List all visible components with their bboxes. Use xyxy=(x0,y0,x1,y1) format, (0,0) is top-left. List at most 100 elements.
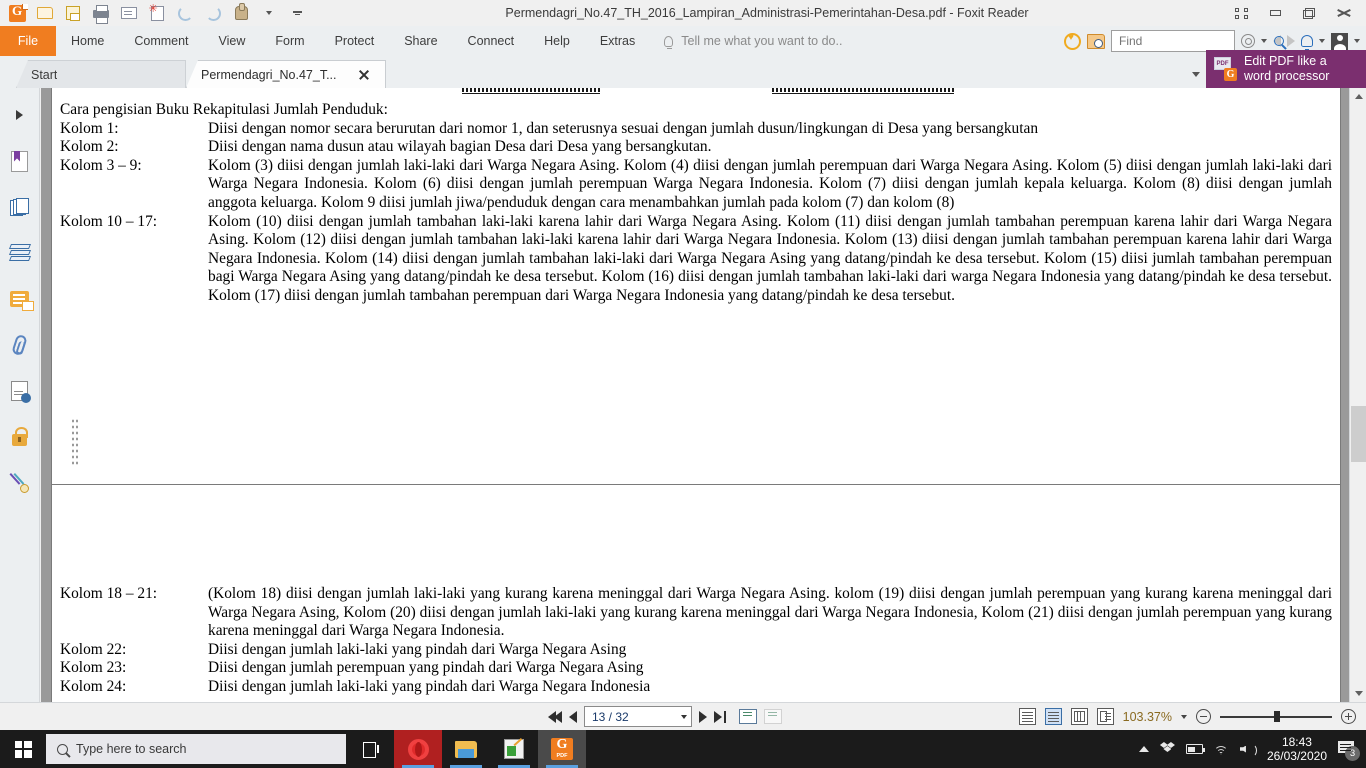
stamp-signature-icon xyxy=(11,381,31,403)
panel-resize-grip[interactable] xyxy=(71,418,79,466)
tab-list-dropdown-icon[interactable] xyxy=(1192,72,1200,77)
next-page-button[interactable] xyxy=(699,710,707,723)
first-page-button[interactable] xyxy=(548,710,562,723)
dropbox-icon[interactable] xyxy=(1159,742,1175,756)
sidebar-item-layers[interactable] xyxy=(0,230,40,276)
layout-continuous-icon[interactable] xyxy=(1044,708,1062,725)
tab-start[interactable]: Start xyxy=(16,60,186,88)
menu-view[interactable]: View xyxy=(204,26,261,56)
redo-icon[interactable] xyxy=(200,1,226,25)
comments-icon xyxy=(10,291,34,311)
volume-icon[interactable] xyxy=(1240,743,1257,757)
sidebar-item-attachments[interactable] xyxy=(0,322,40,368)
promo-banner[interactable]: PDF G Edit PDF like a word processor xyxy=(1206,50,1366,88)
new-page-icon[interactable] xyxy=(144,1,170,25)
doc-row-label: Kolom 18 – 21: xyxy=(60,585,158,602)
zoom-controls: 103.37% xyxy=(1018,708,1356,725)
bookmark-icon xyxy=(11,150,28,172)
chevron-down-icon[interactable] xyxy=(681,714,687,719)
taskbar-apps xyxy=(394,730,586,768)
previous-page-button[interactable] xyxy=(569,710,577,723)
open-folder-icon[interactable] xyxy=(32,1,58,25)
taskbar-search-box[interactable]: Type here to search xyxy=(46,734,346,764)
avatar-dropdown-icon[interactable] xyxy=(1354,39,1360,43)
toolbar-overflow-icon[interactable] xyxy=(284,1,310,25)
taskbar-app-foxit[interactable] xyxy=(538,730,586,768)
show-hidden-icons-icon[interactable] xyxy=(1138,746,1149,752)
scrollbar-thumb[interactable] xyxy=(1351,406,1366,462)
menu-form[interactable]: Form xyxy=(260,26,319,56)
note-icon[interactable] xyxy=(116,1,142,25)
sidebar-item-expand[interactable] xyxy=(0,92,40,138)
find-box[interactable] xyxy=(1111,30,1284,52)
taskbar-app-notepad[interactable] xyxy=(490,730,538,768)
last-page-button[interactable] xyxy=(714,710,727,723)
sidebar-item-bookmarks[interactable] xyxy=(0,138,40,184)
gear-icon[interactable] xyxy=(1241,34,1255,48)
bell-dropdown-icon[interactable] xyxy=(1319,39,1325,43)
favorites-icon[interactable] xyxy=(1064,32,1081,50)
page-number-input[interactable]: 13 / 32 xyxy=(584,706,692,727)
battery-icon[interactable] xyxy=(1185,744,1206,754)
zoom-out-button[interactable] xyxy=(1196,709,1211,724)
clock[interactable]: 18:43 26/03/2020 xyxy=(1267,735,1327,763)
close-icon[interactable] xyxy=(357,68,371,82)
sidebar-item-digital-signatures[interactable] xyxy=(0,460,40,506)
zoom-dropdown-icon[interactable] xyxy=(1181,714,1187,719)
sidebar-item-thumbnails[interactable] xyxy=(0,184,40,230)
doc-row: Kolom 10 – 17: Kolom (10) diisi dengan j… xyxy=(60,213,1332,306)
doc-row-text: Diisi dengan jumlah laki-laki yang pinda… xyxy=(208,677,651,695)
hand-tool-dropdown-icon[interactable] xyxy=(256,1,282,25)
tab-document[interactable]: Permendagri_No.47_T... xyxy=(186,60,386,88)
menu-extras[interactable]: Extras xyxy=(585,26,650,56)
fit-page-icon[interactable] xyxy=(739,709,758,724)
menu-connect[interactable]: Connect xyxy=(453,26,530,56)
avatar[interactable] xyxy=(1331,32,1348,50)
sidebar-item-security[interactable] xyxy=(0,414,40,460)
scroll-down-icon[interactable] xyxy=(1350,685,1366,702)
minimize-button[interactable] xyxy=(1258,1,1292,25)
layout-single-page-icon[interactable] xyxy=(1018,708,1036,725)
print-icon[interactable] xyxy=(88,1,114,25)
fit-width-icon[interactable] xyxy=(764,709,783,724)
layout-continuous-facing-icon[interactable] xyxy=(1096,708,1114,725)
doc-row: Kolom 2: Diisi dengan nama dusun atau wi… xyxy=(60,138,1332,157)
foxit-logo-icon[interactable] xyxy=(4,1,30,25)
taskbar-app-file-explorer[interactable] xyxy=(442,730,490,768)
menu-home[interactable]: Home xyxy=(56,26,119,56)
tab-document-label: Permendagri_No.47_T... xyxy=(201,67,337,82)
task-view-button[interactable] xyxy=(346,730,394,768)
menu-protect[interactable]: Protect xyxy=(320,26,390,56)
gear-dropdown-icon[interactable] xyxy=(1261,39,1267,43)
zoom-slider[interactable] xyxy=(1220,709,1332,724)
scroll-up-icon[interactable] xyxy=(1350,88,1366,105)
hand-tool-icon[interactable] xyxy=(228,1,254,25)
wifi-icon[interactable] xyxy=(1214,743,1229,755)
document-viewport[interactable]: Cara pengisian Buku Rekapitulasi Jumlah … xyxy=(41,88,1349,702)
tell-me-search[interactable]: Tell me what you want to do.. xyxy=(650,26,842,56)
sidebar-item-stamps[interactable] xyxy=(0,368,40,414)
undo-icon[interactable] xyxy=(172,1,198,25)
save-icon[interactable] xyxy=(60,1,86,25)
vertical-scrollbar[interactable] xyxy=(1349,88,1366,702)
layout-facing-icon[interactable] xyxy=(1070,708,1088,725)
notification-badge: 3 xyxy=(1345,746,1360,761)
forward-arrow-icon[interactable] xyxy=(1287,35,1295,47)
close-button[interactable] xyxy=(1326,1,1360,25)
menu-file[interactable]: File xyxy=(0,26,56,56)
folder-search-icon[interactable] xyxy=(1087,33,1105,49)
doc-row-label: Kolom 23: xyxy=(60,659,127,677)
bell-icon[interactable] xyxy=(1301,35,1313,50)
notifications-icon[interactable]: 3 xyxy=(1338,740,1360,761)
menu-share[interactable]: Share xyxy=(389,26,452,56)
search-icon[interactable] xyxy=(1274,36,1284,46)
sidebar-item-comments[interactable] xyxy=(0,276,40,322)
lightbulb-icon xyxy=(664,35,674,49)
maximize-button[interactable] xyxy=(1292,1,1326,25)
fullscreen-toggle-button[interactable] xyxy=(1224,1,1258,25)
taskbar-app-opera[interactable] xyxy=(394,730,442,768)
menu-help[interactable]: Help xyxy=(529,26,585,56)
zoom-in-button[interactable] xyxy=(1341,709,1356,724)
menu-comment[interactable]: Comment xyxy=(119,26,203,56)
start-button[interactable] xyxy=(0,730,46,768)
